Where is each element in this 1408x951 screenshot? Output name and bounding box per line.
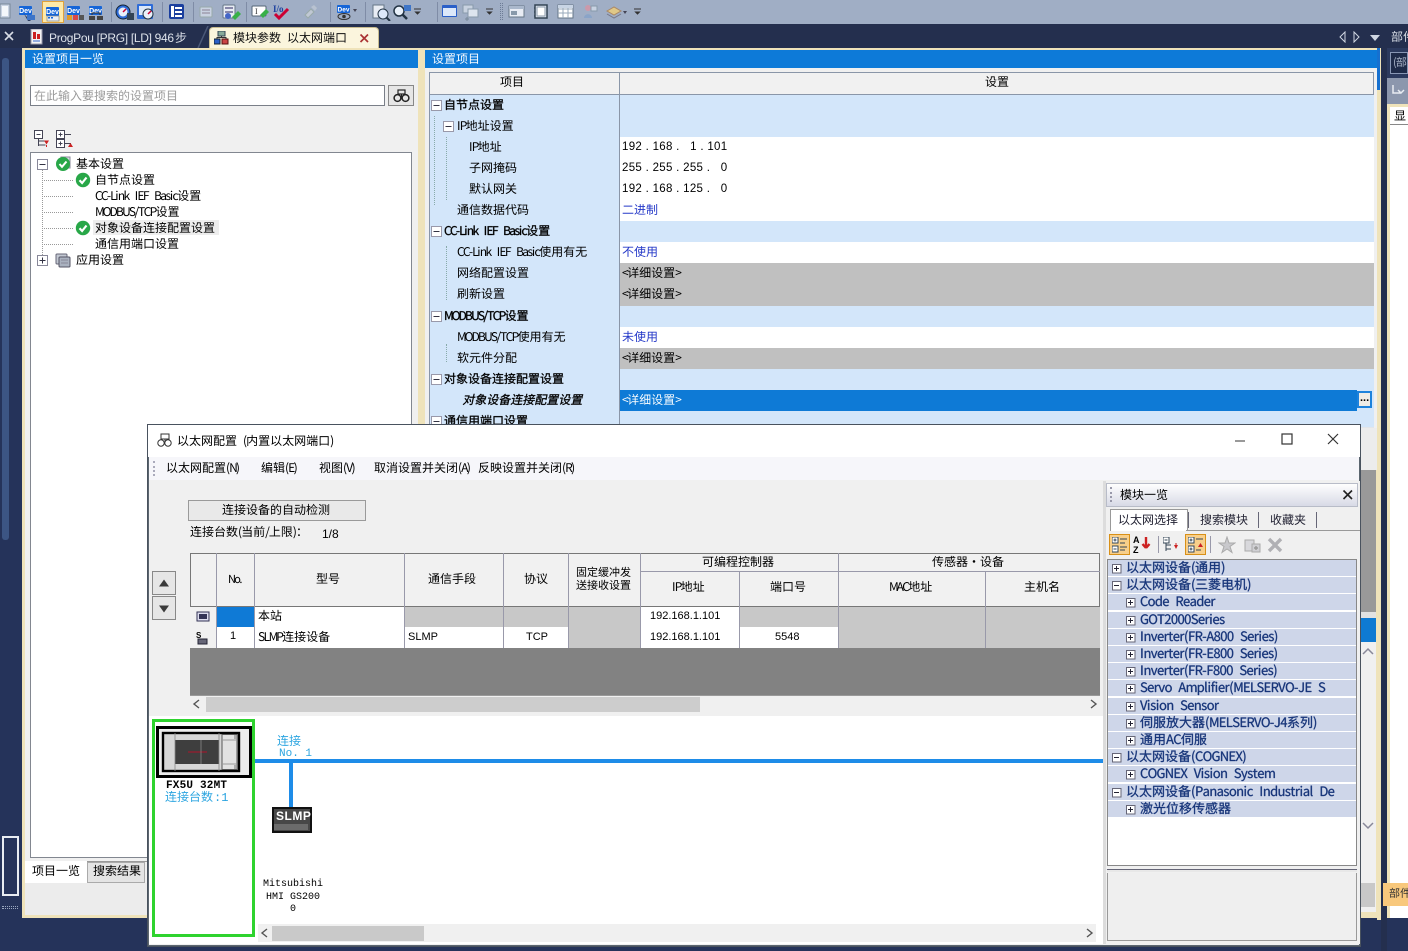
svg-text:Dev: Dev [19, 8, 32, 15]
svg-text:A: A [1133, 535, 1140, 545]
svg-text:Dev: Dev [67, 8, 80, 15]
svg-text:I/o: I/o [273, 4, 284, 14]
svg-text:I: I [255, 7, 258, 16]
svg-text:Dev: Dev [338, 7, 350, 14]
svg-text:Z: Z [1133, 545, 1139, 555]
svg-text:Dev: Dev [46, 9, 59, 16]
